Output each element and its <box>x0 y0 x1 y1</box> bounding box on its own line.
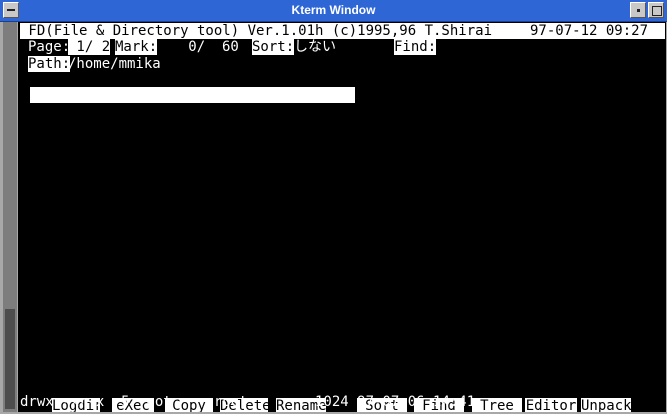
scrollbar-thumb[interactable] <box>5 309 15 409</box>
path-value: /home/mmika <box>68 56 161 72</box>
header-datetime: 97-07-12 09:27 <box>530 23 649 39</box>
sort-value: しない <box>294 39 336 55</box>
mark-value: 0/ 60 <box>163 39 239 55</box>
scrollbar[interactable] <box>3 22 17 412</box>
mark-label: Mark: <box>115 39 158 55</box>
cursor-highlight <box>30 87 355 103</box>
maximize-icon <box>652 6 662 16</box>
minimize-icon <box>637 9 640 12</box>
fkey-unpack-button[interactable]: Unpack <box>581 398 632 412</box>
find-label: Find: <box>394 39 437 55</box>
terminal-area[interactable]: FD(File & Directory tool) Ver.1.01h (c)1… <box>18 22 666 412</box>
sort-label: Sort: <box>252 39 295 55</box>
page-label: Page: <box>28 39 71 55</box>
title-bar[interactable]: Kterm Window <box>0 0 667 22</box>
app-title: FD(File & Directory tool) Ver.1.01h (c)1… <box>20 23 493 39</box>
minimize-button[interactable] <box>630 2 646 18</box>
maximize-button[interactable] <box>648 2 664 18</box>
status-line: drwxr-xr-x 5 root root 1024 97-07-06 14:… <box>20 394 501 410</box>
page-value: 1/ 2 <box>68 39 111 55</box>
window-title: Kterm Window <box>291 3 376 17</box>
fkey-editor-button[interactable]: Editor <box>525 398 577 412</box>
kterm-window: Kterm Window FD(File & Directory tool) V… <box>0 0 667 414</box>
path-label: Path: <box>28 56 71 72</box>
